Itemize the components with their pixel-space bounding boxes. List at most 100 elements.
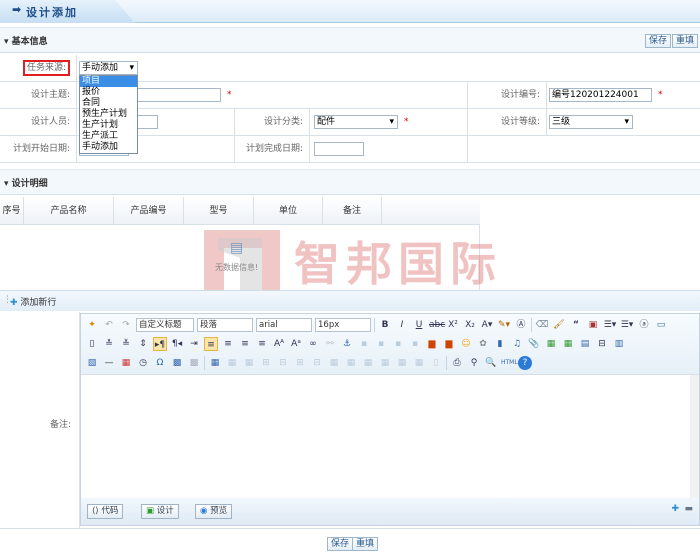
code-snippet-icon[interactable]: ▩ <box>170 356 184 370</box>
merge-down-icon[interactable]: ▦ <box>361 356 375 370</box>
option-quote[interactable]: 报价 <box>80 87 137 98</box>
preview-mode-button[interactable]: ◉ 预览 <box>195 504 233 519</box>
map-icon[interactable]: ▦ <box>544 337 558 351</box>
section-design-detail[interactable]: ▾ 设计明细 <box>0 169 700 195</box>
date-icon[interactable]: ▦ <box>119 356 133 370</box>
align-left-icon[interactable]: ≡ <box>204 337 218 351</box>
delete-table-icon[interactable]: ▦ <box>225 356 239 370</box>
multi-image-icon[interactable]: ▆ <box>442 337 456 351</box>
preview-icon[interactable]: 🔍 <box>484 356 498 370</box>
insert-col-icon[interactable]: ⊞ <box>293 356 307 370</box>
paste-text-icon[interactable]: ▣ <box>586 318 600 332</box>
superscript-icon[interactable]: X² <box>446 318 460 332</box>
format-brush-icon[interactable]: 🖌 <box>552 318 566 332</box>
image-right-icon[interactable]: ▪ <box>391 337 405 351</box>
reset-button[interactable]: 重填 <box>671 34 698 48</box>
bold-icon[interactable]: B <box>378 318 392 332</box>
ordered-list-icon[interactable]: ☰▾ <box>603 318 617 332</box>
footer-save-button[interactable]: 保存 <box>327 537 354 551</box>
iframe-icon[interactable]: ▤ <box>578 337 592 351</box>
row-spacing-top-icon[interactable]: ≛ <box>102 337 116 351</box>
insert-row-icon[interactable]: ⊞ <box>259 356 273 370</box>
delete-row-icon[interactable]: ⊟ <box>276 356 290 370</box>
eraser-icon[interactable]: ⌫ <box>535 318 549 332</box>
option-manual[interactable]: 手动添加 <box>80 142 137 153</box>
code-input[interactable]: 编号120201224001 <box>549 88 652 102</box>
split-cells-icon[interactable]: ▦ <box>378 356 392 370</box>
split-rows-icon[interactable]: ▦ <box>395 356 409 370</box>
level-select[interactable]: 三级 <box>549 115 633 129</box>
editor-scrollbar[interactable] <box>690 375 699 499</box>
music-icon[interactable]: ♫ <box>510 337 524 351</box>
magic-wand-icon[interactable]: ✦ <box>85 318 99 332</box>
indent-icon[interactable]: ⇥ <box>187 337 201 351</box>
strikethrough-icon[interactable]: abc <box>429 318 445 332</box>
option-project[interactable]: 项目 <box>80 76 137 87</box>
highlight-icon[interactable]: ✎▾ <box>497 318 511 332</box>
merge-cells-icon[interactable]: ▦ <box>327 356 341 370</box>
paragraph-select[interactable]: 段落 <box>197 318 253 332</box>
emoticon-icon[interactable]: ☺ <box>459 337 473 351</box>
expand-icon[interactable]: ✚ <box>671 504 679 514</box>
uppercase-icon[interactable]: Aᴬ <box>272 337 286 351</box>
template-icon[interactable]: ▥ <box>612 337 626 351</box>
source-dropdown-list[interactable]: 项目 报价 合同 预生产计划 生产计划 生产派工 手动添加 <box>79 75 138 154</box>
gmap-icon[interactable]: ▦ <box>561 337 575 351</box>
table-props-icon[interactable]: ▯ <box>429 356 443 370</box>
anchor-icon[interactable]: ⚓ <box>340 337 354 351</box>
print-icon[interactable]: ⎙ <box>450 356 464 370</box>
split-cols-icon[interactable]: ▦ <box>412 356 426 370</box>
option-preproduction-plan[interactable]: 预生产计划 <box>80 109 137 120</box>
wordimage-icon[interactable]: ▩ <box>187 356 201 370</box>
link-icon[interactable]: ∞ <box>306 337 320 351</box>
special-chars-icon[interactable]: Ω <box>153 356 167 370</box>
html-source-icon[interactable]: HTML <box>501 356 518 370</box>
ltr-icon[interactable]: ▸¶ <box>153 337 167 351</box>
tab-design-add[interactable]: ➡ 设计添加 <box>0 0 135 23</box>
insert-paragraph-before-table-icon[interactable]: ▦ <box>242 356 256 370</box>
code-mode-button[interactable]: ⟨⟩ 代码 <box>87 504 124 519</box>
font-select[interactable]: arial <box>256 318 312 332</box>
delete-col-icon[interactable]: ⊟ <box>310 356 324 370</box>
text-box-icon[interactable]: Ⓐ <box>514 318 528 332</box>
editor-content-area[interactable] <box>81 374 699 499</box>
lowercase-icon[interactable]: Aᵃ <box>289 337 303 351</box>
fullscreen-icon[interactable]: ▭ <box>654 318 668 332</box>
select-all-icon[interactable]: ⓐ <box>637 318 651 332</box>
option-production-plan[interactable]: 生产计划 <box>80 120 137 131</box>
unordered-list-icon[interactable]: ☰▾ <box>620 318 634 332</box>
background-icon[interactable]: ▧ <box>85 356 99 370</box>
video-icon[interactable]: ▮ <box>493 337 507 351</box>
section-basic-info[interactable]: ▾ 基本信息 保存 重填 <box>0 27 700 53</box>
design-mode-button[interactable]: ▣ 设计 <box>141 504 179 519</box>
merge-right-icon[interactable]: ▦ <box>344 356 358 370</box>
image-none-icon[interactable]: ▪ <box>357 337 371 351</box>
horizontal-rule-icon[interactable]: — <box>102 356 116 370</box>
option-contract[interactable]: 合同 <box>80 98 137 109</box>
unlink-icon[interactable]: ⚯ <box>323 337 337 351</box>
time-icon[interactable]: ◷ <box>136 356 150 370</box>
align-justify-icon[interactable]: ≡ <box>255 337 269 351</box>
new-page-icon[interactable]: ▯ <box>85 337 99 351</box>
insert-table-icon[interactable]: ▦ <box>208 356 222 370</box>
insert-image-icon[interactable]: ▆ <box>425 337 439 351</box>
footer-reset-button[interactable]: 重填 <box>352 537 379 551</box>
underline-icon[interactable]: U <box>412 318 426 332</box>
blockquote-icon[interactable]: “ <box>569 318 583 332</box>
search-replace-icon[interactable]: ⚲ <box>467 356 481 370</box>
align-center-icon[interactable]: ≡ <box>221 337 235 351</box>
shrink-icon[interactable]: ▬ <box>684 504 693 514</box>
help-icon[interactable]: ? <box>518 356 532 370</box>
rtl-icon[interactable]: ¶◂ <box>170 337 184 351</box>
pagebreak-icon[interactable]: ⊟ <box>595 337 609 351</box>
align-right-icon[interactable]: ≡ <box>238 337 252 351</box>
redo-icon[interactable]: ↷ <box>119 318 133 332</box>
italic-icon[interactable]: I <box>395 318 409 332</box>
row-spacing-bottom-icon[interactable]: ≚ <box>119 337 133 351</box>
scrawl-icon[interactable]: ✿ <box>476 337 490 351</box>
size-select[interactable]: 16px <box>315 318 371 332</box>
source-select[interactable]: 手动添加 <box>79 61 138 75</box>
option-production-dispatch[interactable]: 生产派工 <box>80 131 137 142</box>
image-center-icon[interactable]: ▪ <box>408 337 422 351</box>
attachment-icon[interactable]: 📎 <box>527 337 541 351</box>
